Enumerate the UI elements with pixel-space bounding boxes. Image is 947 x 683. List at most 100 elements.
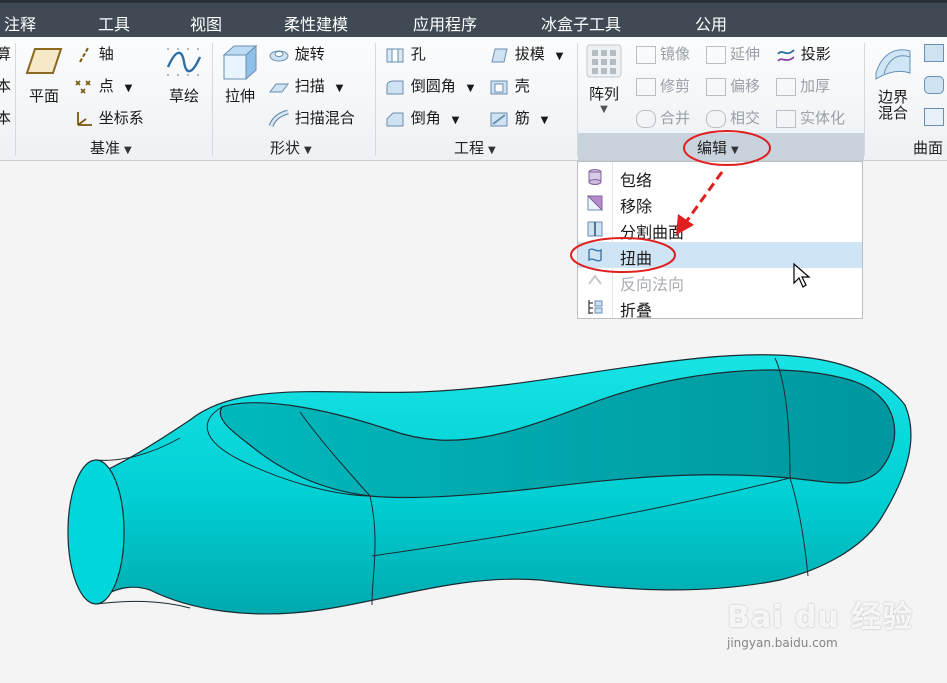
extrude-icon — [222, 44, 258, 81]
thicken-label: 加厚 — [800, 77, 831, 95]
menu-annotate[interactable]: 注释 — [4, 11, 36, 35]
mouse-cursor-icon — [793, 263, 811, 288]
menu-item-label: 扭曲 — [620, 249, 653, 268]
swept-blend-icon — [268, 109, 289, 127]
chevron-down-icon[interactable]: ▼ — [556, 51, 564, 62]
chevron-down-icon[interactable]: ▼ — [467, 83, 475, 94]
shell-icon — [490, 80, 508, 94]
boundary-blend-label-2: 混合 — [877, 104, 908, 122]
menu-tools[interactable]: 工具 — [98, 11, 130, 35]
fill-surface-icon — [924, 43, 944, 62]
revolve-button[interactable]: 旋转 — [268, 43, 325, 64]
swept-blend-label: 扫描混合 — [294, 109, 355, 127]
chevron-down-icon[interactable]: ▼ — [452, 115, 460, 126]
split-surface-icon — [587, 221, 603, 237]
editing-group-label[interactable]: 编辑 ▼ — [697, 137, 739, 158]
mirror-label: 镜像 — [660, 45, 691, 63]
hole-button[interactable]: 孔 — [384, 43, 426, 64]
plane-label: 平面 — [28, 87, 59, 105]
mirror-button[interactable]: 镜像 — [636, 43, 690, 64]
project-label: 投影 — [800, 45, 831, 63]
thicken-button[interactable]: 加厚 — [776, 75, 830, 96]
round-label: 倒圆角 — [410, 77, 456, 95]
menu-icebox-tools[interactable]: 冰盒子工具 — [541, 11, 621, 35]
draft-icon — [491, 48, 508, 62]
merge-label: 合并 — [660, 109, 691, 127]
mirror-icon — [636, 45, 656, 64]
chamfer-icon — [386, 112, 404, 126]
axis-icon — [79, 47, 89, 62]
revolve-icon — [269, 50, 289, 61]
draft-button[interactable]: 拔模 ▼ — [488, 43, 563, 64]
chevron-down-icon[interactable]: ▼ — [125, 83, 133, 94]
pattern-button[interactable]: 阵列 ▼ — [584, 43, 624, 115]
intersect-button[interactable]: 相交 — [706, 107, 760, 128]
menu-applications[interactable]: 应用程序 — [413, 11, 477, 35]
chevron-down-icon[interactable]: ▼ — [336, 83, 344, 94]
menu-item-label: 包络 — [620, 171, 653, 190]
solidify-button[interactable]: 实体化 — [776, 107, 845, 128]
boundary-blend-button[interactable]: 边界 混合 — [870, 43, 916, 121]
extrude-button[interactable]: 拉伸 — [218, 43, 262, 106]
sketch-label: 草绘 — [168, 87, 199, 105]
remove-icon — [586, 195, 603, 212]
menu-bar: 注释 工具 视图 柔性建模 应用程序 冰盒子工具 公用 — [0, 0, 947, 37]
cut-off-label: 本 — [0, 109, 12, 127]
boundary-blend-icon — [875, 49, 911, 80]
extend-icon — [706, 45, 726, 64]
trim-button[interactable]: 修剪 — [636, 75, 690, 96]
menu-item-warp[interactable]: 扭曲 — [578, 242, 862, 268]
surfaces-group-label[interactable]: 曲面 — [913, 137, 943, 158]
style-icon — [924, 107, 944, 126]
menu-item-wrap[interactable]: 包络 — [578, 164, 862, 190]
intersect-icon — [706, 109, 726, 128]
swept-blend-button[interactable]: 扫描混合 — [268, 107, 355, 128]
menu-item-fold[interactable]: 折叠 — [578, 294, 862, 320]
chevron-down-icon[interactable]: ▼ — [541, 115, 549, 126]
menu-item-remove[interactable]: 移除 — [578, 190, 862, 216]
extend-button[interactable]: 延伸 — [706, 43, 760, 64]
shell-button[interactable]: 壳 — [488, 75, 530, 96]
sweep-button[interactable]: 扫描 ▼ — [268, 75, 343, 96]
revolve-label: 旋转 — [294, 45, 325, 63]
round-button[interactable]: 倒圆角 ▼ — [384, 75, 474, 96]
cut-off-label: 算 — [0, 45, 12, 63]
offset-button[interactable]: 偏移 — [706, 75, 760, 96]
solidify-icon — [776, 109, 796, 128]
menu-utilities[interactable]: 公用 — [695, 11, 727, 35]
pattern-label: 阵列 — [588, 85, 619, 103]
point-icon — [75, 79, 91, 94]
fill-surface-button[interactable] — [924, 43, 944, 62]
datum-group-label[interactable]: 基准 ▼ — [90, 137, 132, 158]
draft-label: 拔模 — [514, 45, 545, 63]
hole-icon — [386, 48, 404, 62]
pattern-icon — [586, 44, 622, 78]
sweep-label: 扫描 — [294, 77, 325, 95]
menu-flexible-modeling[interactable]: 柔性建模 — [284, 11, 348, 35]
plane-button[interactable]: 平面 — [24, 45, 64, 106]
chamfer-button[interactable]: 倒角 ▼ — [384, 107, 459, 128]
shapes-group-label[interactable]: 形状 ▼ — [270, 137, 312, 158]
project-button[interactable]: 投影 — [776, 43, 831, 64]
point-label: 点 — [98, 77, 114, 95]
engineering-group-label[interactable]: 工程 ▼ — [454, 137, 496, 158]
solidify-label: 实体化 — [800, 109, 846, 127]
axis-button[interactable]: 轴 — [74, 43, 114, 64]
chevron-down-icon[interactable]: ▼ — [584, 104, 624, 115]
sketch-icon — [166, 48, 202, 76]
merge-button[interactable]: 合并 — [636, 107, 690, 128]
extrude-label: 拉伸 — [224, 87, 255, 105]
sketch-button[interactable]: 草绘 — [162, 45, 206, 106]
rib-button[interactable]: 筋 ▼ — [488, 107, 548, 128]
watermark-brand: Bai du 经验 — [727, 600, 914, 635]
menu-item-split-surface[interactable]: 分割曲面 — [578, 216, 862, 242]
chamfer-label: 倒角 — [410, 109, 441, 127]
watermark-url: jingyan.baidu.com — [727, 636, 838, 650]
menu-item-reverse-normal[interactable]: 反向法向 — [578, 268, 862, 294]
menu-view[interactable]: 视图 — [190, 11, 222, 35]
freestyle-icon — [924, 75, 944, 94]
point-button[interactable]: 点 ▼ — [74, 75, 132, 96]
style-button[interactable] — [924, 107, 944, 126]
csys-button[interactable]: 坐标系 — [74, 107, 144, 128]
freestyle-button[interactable] — [924, 75, 944, 94]
